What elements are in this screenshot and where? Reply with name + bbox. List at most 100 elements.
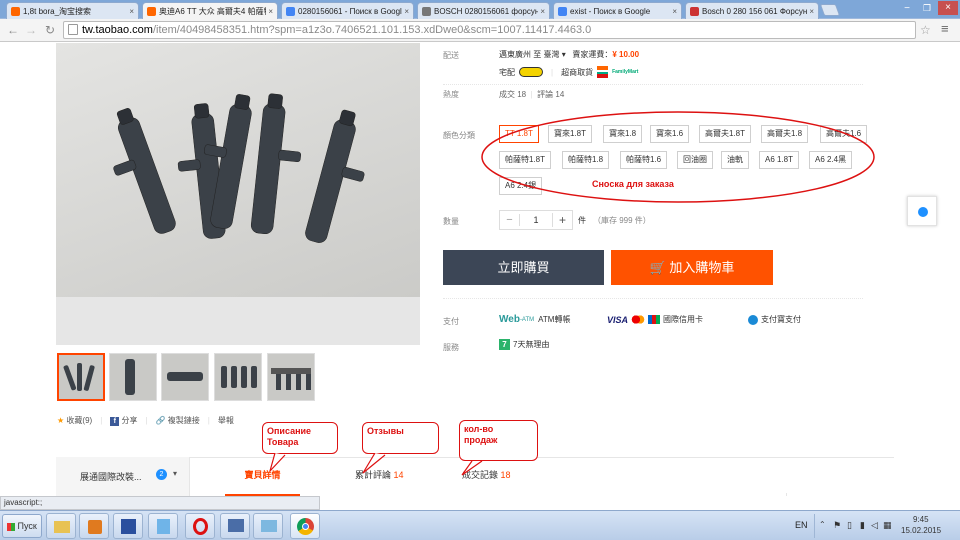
media-player-icon[interactable] (79, 513, 109, 539)
opera-icon[interactable] (185, 513, 215, 539)
status-bar: javascript:; (0, 496, 320, 510)
clock-date[interactable]: 15.02.2015 (901, 526, 941, 535)
browser-tab-strip: 1,8t bora_淘宝搜索 × 奥迪A6 TT 大众 高爾夫4 帕薩特 × 028… (0, 0, 960, 19)
seven-day-return-icon: 7 (499, 339, 510, 350)
back-arrow-icon[interactable]: ← (6, 23, 20, 37)
maximize-window-icon[interactable]: ❐ (918, 2, 936, 15)
bookmark-star-icon[interactable]: ☆ (920, 23, 931, 37)
thumbnail-image[interactable] (109, 353, 157, 401)
volume-icon[interactable]: ◁ (871, 520, 878, 531)
file-explorer-icon[interactable] (46, 513, 76, 539)
page-favicon-icon (422, 6, 431, 16)
divider (443, 298, 863, 299)
chevron-down-icon[interactable]: ▾ (562, 50, 566, 59)
windows-taskbar: Пуск EN ⌃ ⚑ ▯ ▮ ◁ ▦ 9:45 15.02.2015 (0, 510, 960, 540)
page-favicon-icon (690, 6, 699, 16)
facebook-icon: f (110, 417, 120, 426)
share-button[interactable]: f 分享 (110, 415, 138, 426)
google-favicon-icon (558, 6, 567, 16)
seven-eleven-logo-icon (597, 66, 609, 78)
star-icon: ★ (57, 416, 65, 425)
quantity-stepper: − 1 + (499, 210, 573, 230)
page-icon (68, 24, 78, 35)
close-tab-icon[interactable]: × (404, 7, 409, 16)
browser-tab[interactable]: 0280156061 - Поиск в Google × (281, 2, 414, 19)
report-button[interactable]: 舉報 (218, 415, 234, 426)
tray-expand-icon[interactable]: ⌃ (819, 520, 826, 529)
windows-logo-icon (7, 522, 15, 531)
notepad-icon[interactable] (148, 513, 178, 539)
image-footer-area (56, 297, 420, 345)
payment-alipay: 支付寶支付 (748, 314, 801, 325)
webatm-logo: Web (499, 314, 520, 325)
chrome-icon[interactable] (290, 513, 320, 539)
mastercard-icon (631, 315, 646, 324)
image-viewer-icon[interactable] (253, 513, 283, 539)
cart-icon: 🛒 (649, 260, 666, 275)
remote-desktop-icon[interactable] (220, 513, 250, 539)
menu-icon[interactable]: ≡ (941, 21, 949, 36)
browser-tab[interactable]: Bosch 0 280 156 061 Форсун × (685, 2, 819, 19)
quantity-unit: 件 (578, 216, 586, 225)
service-info: 7 7天無理由 (499, 339, 549, 350)
clock-time[interactable]: 9:45 (913, 515, 929, 524)
quantity-decrease-button[interactable]: − (500, 214, 520, 226)
taobao-favicon-icon (147, 6, 156, 16)
thumbnail-image[interactable] (214, 353, 262, 401)
browser-tab[interactable]: exist - Поиск в Google × (553, 2, 682, 19)
floppy-disk-icon[interactable] (113, 513, 143, 539)
favorite-button[interactable]: ★ 收藏(9) (57, 415, 92, 426)
popularity-label: 熱度 (443, 90, 459, 99)
reload-icon[interactable]: ↻ (43, 23, 57, 37)
close-tab-icon[interactable]: × (672, 7, 677, 16)
thumbnail-image[interactable] (57, 353, 105, 401)
thumbnail-image[interactable] (161, 353, 209, 401)
browser-tab-active[interactable]: 奥迪A6 TT 大众 高爾夫4 帕薩特 × (142, 2, 278, 19)
browser-tab[interactable]: 1,8t bora_淘宝搜索 × (6, 2, 139, 19)
flag-icon[interactable]: ⚑ (833, 520, 841, 531)
quantity-increase-button[interactable]: + (552, 213, 572, 227)
side-float-button[interactable] (907, 196, 937, 226)
annotation-order-footnote: Сноска для заказа (592, 179, 674, 189)
close-tab-icon[interactable]: × (540, 7, 545, 16)
close-tab-icon[interactable]: × (809, 7, 814, 16)
close-tab-icon[interactable]: × (129, 7, 134, 16)
quantity-input[interactable]: 1 (520, 215, 552, 225)
page-content: ★ 收藏(9) | f 分享 | 🔗 複製鏈接 | 舉報 配送 邁東廣州 至 臺… (0, 43, 960, 496)
start-button[interactable]: Пуск (2, 514, 42, 538)
divider (786, 493, 894, 496)
minimize-window-icon[interactable]: − (898, 2, 916, 15)
delivery-options: 宅配 | 超商取貨 FamilyMart (499, 66, 639, 78)
store-panel[interactable]: 展通國際改裝... 2 ▾ (56, 457, 190, 496)
annotation-ellipse (481, 111, 875, 203)
battery-icon[interactable]: ▯ (847, 520, 852, 531)
shipping-route: 邁東廣州 至 臺灣 ▾ 賣家運費：¥ 10.00 (499, 50, 640, 59)
link-icon: 🔗 (155, 416, 166, 425)
color-category-label: 顏色分類 (443, 131, 475, 140)
close-window-icon[interactable]: × (938, 1, 958, 15)
browser-toolbar: ← → ↻ tw.taobao.com/item/40498458351.htm… (0, 19, 960, 42)
popularity-stats: 成交 18 | 評論 14 (499, 90, 565, 99)
language-indicator[interactable]: EN (795, 520, 808, 530)
browser-tab[interactable]: BOSCH 0280156061 форсун × (417, 2, 550, 19)
close-tab-icon[interactable]: × (268, 7, 273, 16)
network-icon[interactable]: ▦ (883, 520, 892, 531)
alipay-icon (748, 314, 758, 325)
copy-link-button[interactable]: 🔗 複製鏈接 (156, 415, 200, 426)
forward-arrow-icon[interactable]: → (24, 23, 38, 37)
jcb-icon (648, 315, 661, 324)
stock-info: （庫存 999 件） (593, 216, 651, 225)
thumbnail-image[interactable] (267, 353, 315, 401)
add-to-cart-button[interactable]: 🛒 加入購物車 (611, 250, 773, 285)
signal-icon[interactable]: ▮ (860, 520, 865, 531)
buy-now-button[interactable]: 立即購買 (443, 250, 604, 285)
google-favicon-icon (286, 6, 295, 16)
chat-icon (918, 207, 928, 217)
annotation-reviews: Отзывы (362, 422, 439, 454)
service-label: 服務 (443, 343, 459, 352)
new-tab-button[interactable] (819, 4, 841, 16)
address-bar[interactable]: tw.taobao.com/item/40498458351.htm?spm=a… (63, 21, 916, 39)
payment-label: 支付 (443, 317, 459, 326)
quantity-label: 數量 (443, 217, 459, 226)
shipping-label: 配送 (443, 51, 459, 60)
